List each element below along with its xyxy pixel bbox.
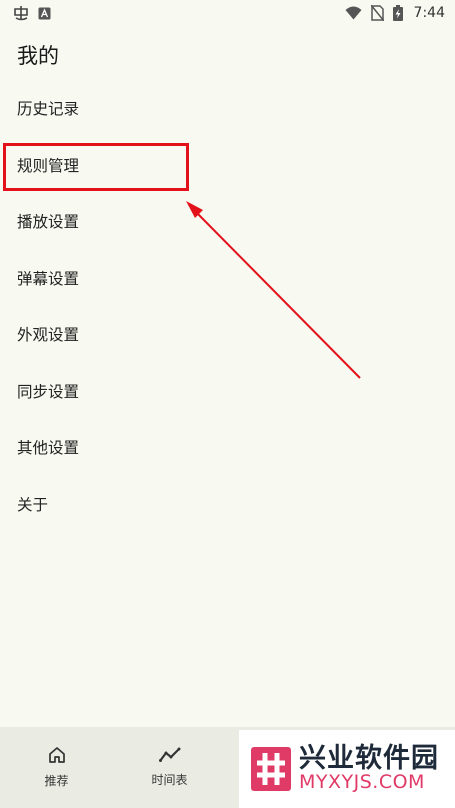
- wifi-icon: [345, 6, 362, 20]
- menu-item-label: 播放设置: [17, 213, 80, 232]
- status-right: 7:44: [345, 5, 445, 21]
- menu-item-rule-management[interactable]: 规则管理: [0, 137, 455, 194]
- app-notification-icon: [12, 4, 30, 22]
- tab-label: 时间表: [151, 773, 188, 787]
- status-left: [12, 4, 51, 22]
- menu-item-label: 其他设置: [17, 439, 80, 458]
- home-icon: [48, 746, 66, 764]
- trend-line-icon: [158, 747, 181, 763]
- menu-item-label: 弹幕设置: [17, 269, 80, 288]
- watermark-text: 兴业软件园 MYXYJS.COM: [299, 742, 439, 794]
- menu-item-label: 历史记录: [17, 100, 80, 119]
- menu-item-sync-settings[interactable]: 同步设置: [0, 363, 455, 420]
- menu-item-label: 外观设置: [17, 326, 80, 345]
- page-title: 我的: [17, 44, 59, 68]
- settings-menu: 历史记录 规则管理 播放设置 弹幕设置 外观设置 同步设置 其他设置 关于: [0, 80, 455, 532]
- tab-label: 推荐: [44, 774, 69, 788]
- watermark-cn: 兴业软件园: [299, 742, 439, 774]
- menu-item-about[interactable]: 关于: [0, 476, 455, 533]
- status-bar: 7:44: [0, 0, 455, 26]
- clock: 7:44: [413, 5, 445, 21]
- menu-item-danmaku-settings[interactable]: 弹幕设置: [0, 250, 455, 307]
- menu-item-label: 规则管理: [17, 156, 80, 175]
- hash-logo-icon: [251, 745, 291, 793]
- watermark: 兴业软件园 MYXYJS.COM: [239, 730, 455, 808]
- watermark-en: MYXYJS.COM: [299, 771, 425, 794]
- menu-item-label: 关于: [17, 495, 49, 514]
- menu-item-history[interactable]: 历史记录: [0, 80, 455, 137]
- battery-charging-icon: [392, 5, 403, 21]
- menu-item-label: 同步设置: [17, 382, 80, 401]
- a-badge-icon: [38, 7, 51, 20]
- tab-schedule[interactable]: 时间表: [113, 727, 226, 808]
- menu-item-other-settings[interactable]: 其他设置: [0, 419, 455, 476]
- no-sim-icon: [370, 5, 384, 21]
- tab-recommend[interactable]: 推荐: [0, 727, 113, 808]
- menu-item-playback-settings[interactable]: 播放设置: [0, 193, 455, 250]
- menu-item-appearance-settings[interactable]: 外观设置: [0, 306, 455, 363]
